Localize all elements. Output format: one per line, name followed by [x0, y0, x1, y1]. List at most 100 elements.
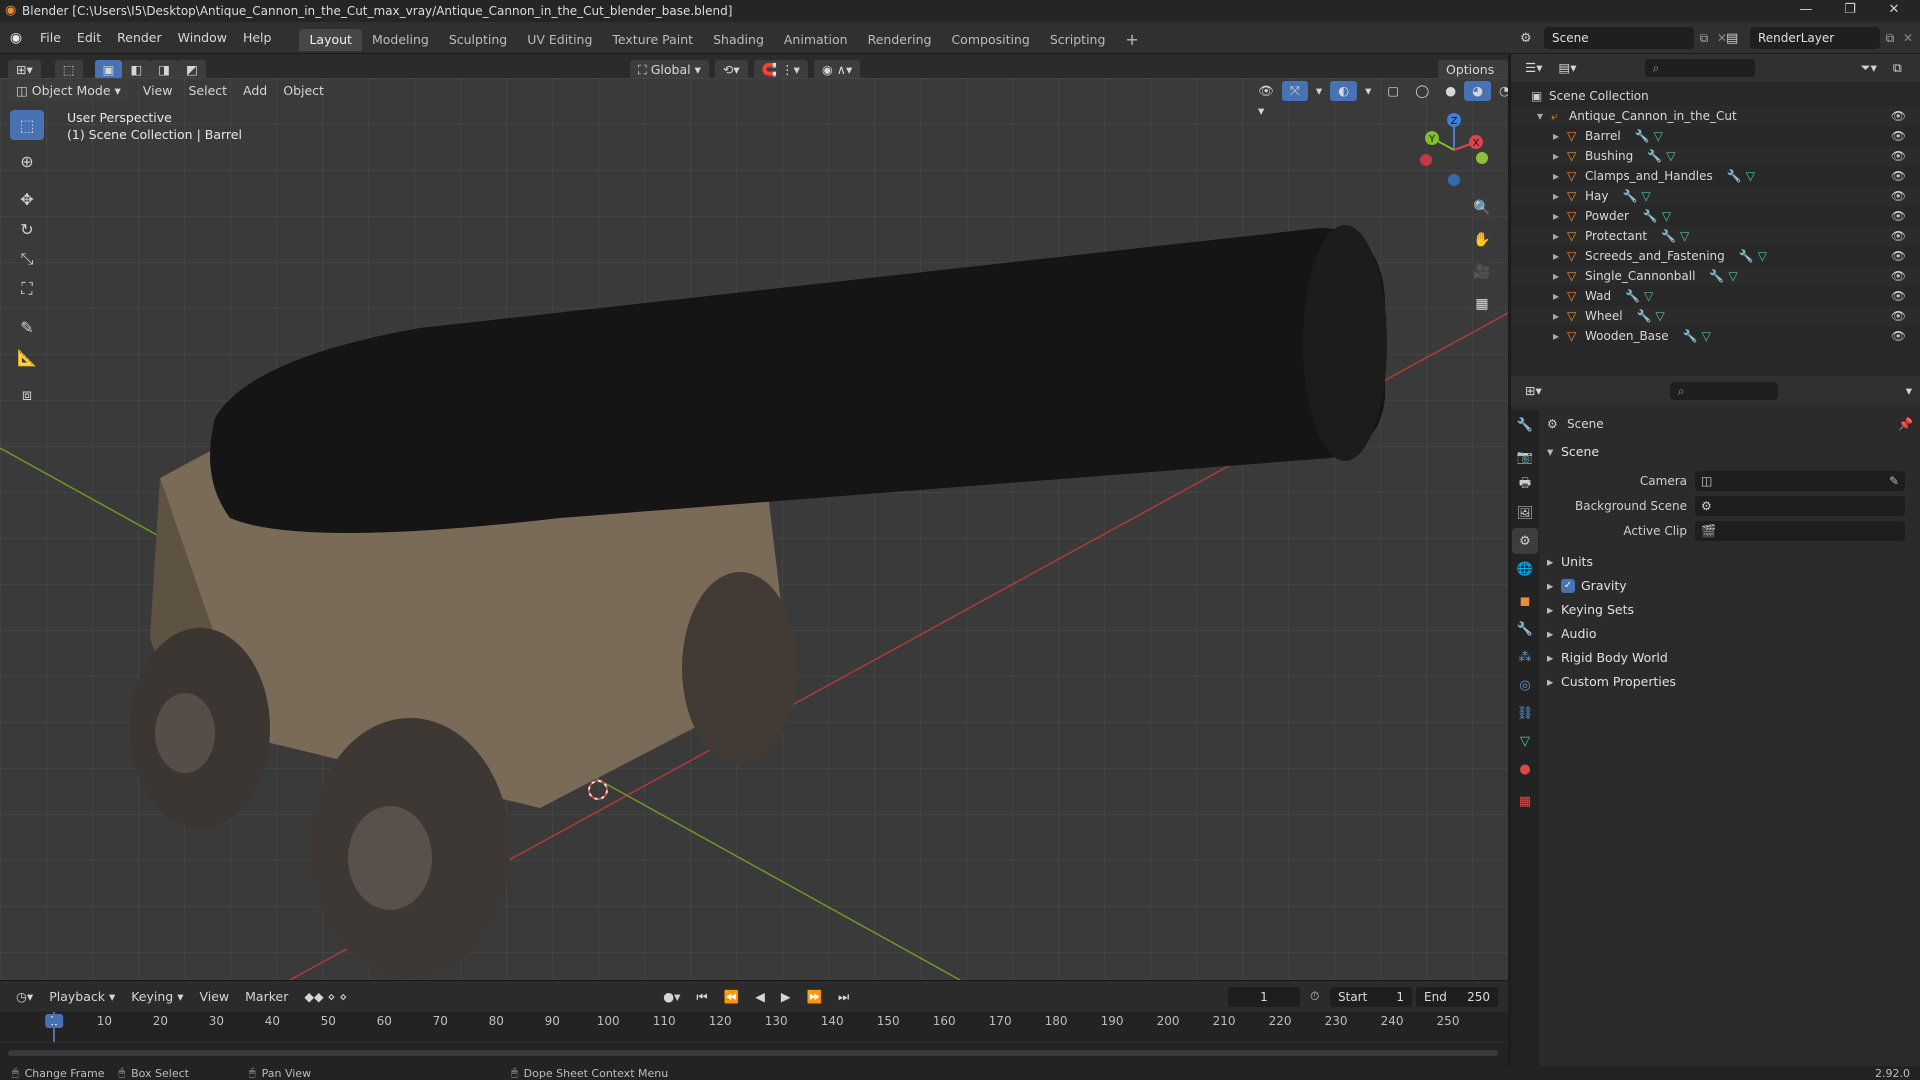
visibility-eye-icon[interactable]: 👁 [1891, 126, 1906, 146]
menu-select[interactable]: Select [180, 81, 235, 101]
timeline-editor-type-icon[interactable]: ◷▾ [8, 987, 41, 1007]
mesh-data-icon[interactable]: ▽ [1746, 166, 1755, 186]
properties-section-header[interactable]: ▸ Audio [1547, 622, 1913, 646]
select-mode-invert-icon[interactable]: ◩ [178, 60, 206, 80]
mesh-data-icon[interactable]: ▽ [1654, 126, 1663, 146]
tab-sculpting[interactable]: Sculpting [439, 29, 517, 51]
outliner-item[interactable]: ▸ ▽ Hay 🔧 ▽ 👁 [1511, 186, 1920, 206]
data-tab-icon[interactable]: ▽ [1512, 728, 1538, 754]
modifier-icon[interactable]: 🔧 [1661, 226, 1676, 246]
xray-toggle-icon[interactable]: ▢ [1379, 81, 1407, 101]
cursor-tool-icon[interactable]: ⊕ [10, 146, 44, 176]
visibility-eye-icon[interactable]: 👁 [1891, 206, 1906, 226]
camera-view-icon[interactable]: 🎥 [1468, 258, 1496, 286]
select-mode-subtract-icon[interactable]: ◨ [150, 60, 178, 80]
rotate-tool-icon[interactable]: ↻ [10, 214, 44, 244]
jump-end-icon[interactable]: ⏭ [830, 987, 857, 1007]
visibility-eye-icon[interactable]: 👁 [1891, 326, 1906, 346]
add-workspace-button[interactable]: + [1115, 29, 1148, 51]
outliner-item[interactable]: ▸ ▽ Wooden_Base 🔧 ▽ 👁 [1511, 326, 1920, 346]
tab-scripting[interactable]: Scripting [1040, 29, 1116, 51]
mesh-data-icon[interactable]: ▽ [1728, 266, 1737, 286]
prev-keyframe-icon[interactable]: ⏪ [716, 987, 748, 1007]
eyedropper-icon[interactable]: ✎ [1889, 474, 1899, 488]
active-clip-field[interactable]: 🎬 [1695, 521, 1905, 541]
physics-tab-icon[interactable]: ◎ [1512, 672, 1538, 698]
tab-modeling[interactable]: Modeling [362, 29, 439, 51]
mesh-data-icon[interactable]: ▽ [1641, 186, 1650, 206]
world-tab-icon[interactable]: 🌐 [1512, 556, 1538, 582]
modifier-icon[interactable]: 🔧 [1727, 166, 1742, 186]
overlay-toggle-icon[interactable]: ◐ [1330, 81, 1358, 101]
close-button[interactable]: ✕ [1874, 2, 1914, 20]
tab-animation[interactable]: Animation [774, 29, 858, 51]
visibility-eye-icon[interactable]: 👁 [1891, 246, 1906, 266]
select-mode-extend-icon[interactable]: ◧ [122, 60, 151, 80]
visibility-eye-icon[interactable]: 👁 [1891, 186, 1906, 206]
keyframe-icons[interactable]: ◆◆ ⋄ ⋄ [296, 987, 355, 1007]
menu-window[interactable]: Window [170, 22, 235, 54]
pan-hand-icon[interactable]: ✋ [1468, 226, 1496, 254]
scene-tab-icon[interactable]: ⚙ [1512, 528, 1538, 554]
background-scene-field[interactable]: ⚙ [1695, 496, 1905, 516]
start-frame-field[interactable]: Start 1 [1330, 987, 1412, 1007]
gravity-checkbox[interactable]: ✓ [1561, 579, 1575, 593]
new-scene-icon[interactable]: ⧉ [1694, 31, 1714, 46]
timeline-ruler[interactable]: 1102030405060708090100110120130140150160… [0, 1012, 1508, 1032]
menu-file[interactable]: File [32, 22, 69, 54]
modifier-tab-icon[interactable]: 🔧 [1512, 616, 1538, 642]
expand-chevron-icon[interactable]: ▸ [1553, 146, 1567, 166]
filter-icon[interactable]: ⏷▾ [1853, 58, 1885, 78]
new-collection-icon[interactable]: ⧉ [1885, 58, 1910, 78]
tab-shading[interactable]: Shading [703, 29, 774, 51]
menu-add[interactable]: Add [235, 81, 275, 101]
visibility-eye-icon[interactable]: 👁 [1891, 166, 1906, 186]
parent-object-row[interactable]: ▾ ⤶ Antique_Cannon_in_the_Cut 👁 [1511, 106, 1920, 126]
new-renderlayer-icon[interactable]: ⧉ [1880, 31, 1900, 46]
modifier-icon[interactable]: 🔧 [1637, 306, 1652, 326]
minimize-button[interactable]: — [1786, 2, 1826, 20]
properties-section-header[interactable]: ▸ ✓ Gravity [1547, 574, 1913, 598]
visibility-eye-icon[interactable]: 👁 [1891, 286, 1906, 306]
constraints-tab-icon[interactable]: ⛓ [1512, 700, 1538, 726]
menu-keying[interactable]: Keying ▾ [123, 987, 191, 1007]
select-tool-icon[interactable]: ⬚ [54, 60, 83, 80]
expand-chevron-icon[interactable]: ▸ [1553, 226, 1567, 246]
shading-wireframe-icon[interactable]: ◯ [1407, 81, 1437, 101]
properties-section-header[interactable]: ▸ Rigid Body World [1547, 646, 1913, 670]
pin-icon[interactable]: 📌 [1898, 417, 1913, 431]
zoom-icon[interactable]: 🔍 [1468, 194, 1496, 222]
outliner-item[interactable]: ▸ ▽ Clamps_and_Handles 🔧 ▽ 👁 [1511, 166, 1920, 186]
renderlayer-field[interactable]: RenderLayer [1750, 27, 1880, 49]
menu-playback[interactable]: Playback ▾ [41, 987, 123, 1007]
maximize-button[interactable]: ❐ [1830, 2, 1870, 20]
snap-icon[interactable]: 🧲 ⋮▾ [753, 60, 808, 80]
tab-texture-paint[interactable]: Texture Paint [602, 29, 703, 51]
modifier-icon[interactable]: 🔧 [1625, 286, 1640, 306]
display-mode-icon[interactable]: ▤▾ [1550, 58, 1584, 78]
expand-chevron-icon[interactable]: ▸ [1553, 246, 1567, 266]
add-cube-tool-icon[interactable]: ⧈ [10, 380, 44, 410]
jump-start-icon[interactable]: ⏮ [688, 987, 715, 1007]
scene-field[interactable]: Scene [1544, 27, 1694, 49]
expand-chevron-icon[interactable]: ▾ [1537, 106, 1551, 126]
scale-tool-icon[interactable]: ⤡ [10, 244, 44, 274]
properties-section-header[interactable]: ▸ Units [1547, 550, 1913, 574]
visibility-eye-icon[interactable]: 👁 [1891, 146, 1906, 166]
proportional-edit-icon[interactable]: ◉ ∧▾ [813, 60, 861, 80]
editor-type-icon[interactable]: ⊞▾ [8, 60, 41, 80]
modifier-icon[interactable]: 🔧 [1622, 186, 1637, 206]
properties-editor-type-icon[interactable]: ⊞▾ [1517, 381, 1550, 401]
visibility-eye-icon[interactable]: 👁 [1891, 306, 1906, 326]
outliner-item[interactable]: ▸ ▽ Bushing 🔧 ▽ 👁 [1511, 146, 1920, 166]
tab-compositing[interactable]: Compositing [941, 29, 1039, 51]
menu-edit[interactable]: Edit [69, 22, 109, 54]
properties-search-input[interactable]: ⌕ [1669, 382, 1778, 400]
mesh-data-icon[interactable]: ▽ [1644, 286, 1653, 306]
menu-help[interactable]: Help [235, 22, 280, 54]
modifier-icon[interactable]: 🔧 [1647, 146, 1662, 166]
ortho-grid-icon[interactable]: ▦ [1468, 290, 1496, 318]
modifier-icon[interactable]: 🔧 [1643, 206, 1658, 226]
menu-view[interactable]: View [135, 81, 181, 101]
expand-chevron-icon[interactable]: ▸ [1553, 286, 1567, 306]
